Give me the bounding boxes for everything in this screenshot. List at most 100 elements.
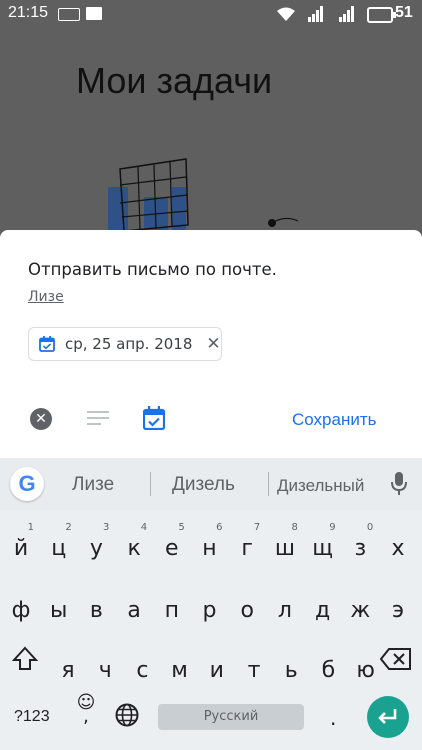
- microphone-icon[interactable]: [391, 472, 407, 496]
- key-char: ь: [284, 658, 298, 683]
- key-з[interactable]: з0: [341, 520, 379, 570]
- key-ц[interactable]: ц2: [40, 520, 78, 570]
- key-char: ж: [350, 598, 371, 623]
- key-char: ю: [356, 658, 375, 683]
- key-char: б: [321, 658, 336, 683]
- key-б[interactable]: б: [309, 642, 347, 692]
- key-number-hint: 4: [140, 522, 148, 533]
- wifi-icon: [277, 7, 295, 21]
- key-а[interactable]: а: [115, 582, 153, 632]
- key-р[interactable]: р: [191, 582, 229, 632]
- key-л[interactable]: л: [266, 582, 304, 632]
- key-г[interactable]: г7: [228, 520, 266, 570]
- google-icon[interactable]: G: [10, 467, 44, 501]
- key-char: и: [209, 658, 224, 683]
- key-char: г: [241, 536, 253, 561]
- key-м[interactable]: м: [161, 642, 199, 692]
- key-э[interactable]: э: [379, 582, 417, 632]
- status-bar: 21:15 51: [0, 0, 422, 28]
- signal-4g-icon: [308, 6, 323, 22]
- due-date-chip[interactable]: ср, 25 апр. 2018 ✕: [28, 327, 222, 361]
- period-key[interactable]: .: [330, 706, 336, 730]
- space-key[interactable]: Русский: [158, 704, 304, 730]
- key-ш[interactable]: ш8: [266, 520, 304, 570]
- key-number-hint: 9: [329, 522, 336, 533]
- key-е[interactable]: е5: [153, 520, 191, 570]
- key-char: р: [202, 598, 217, 623]
- suggestion-2[interactable]: Дизель: [172, 474, 235, 496]
- key-char: о: [240, 598, 254, 623]
- enter-key[interactable]: [367, 696, 409, 738]
- key-п[interactable]: п: [153, 582, 191, 632]
- key-number-hint: 8: [291, 522, 298, 533]
- backspace-icon[interactable]: [380, 648, 412, 670]
- clear-date-icon[interactable]: ✕: [206, 334, 220, 354]
- key-char: ы: [50, 598, 68, 623]
- key-о[interactable]: о: [228, 582, 266, 632]
- status-time: 21:15: [8, 4, 49, 21]
- key-х[interactable]: х: [379, 520, 417, 570]
- key-char: т: [247, 658, 261, 683]
- key-char: в: [89, 598, 103, 623]
- key-с[interactable]: с: [123, 642, 161, 692]
- key-number-hint: 5: [178, 522, 185, 533]
- key-char: ш: [274, 536, 295, 561]
- key-char: з: [354, 536, 367, 561]
- key-й[interactable]: й1: [2, 520, 40, 570]
- key-char: е: [165, 536, 179, 561]
- key-char: э: [391, 598, 405, 623]
- key-и[interactable]: и: [198, 642, 236, 692]
- save-button[interactable]: Сохранить: [292, 410, 376, 430]
- key-т[interactable]: т: [235, 642, 273, 692]
- tasks-illustration: [108, 158, 299, 235]
- key-ю[interactable]: ю: [347, 642, 385, 692]
- calendar-icon: [39, 336, 55, 352]
- key-в[interactable]: в: [77, 582, 115, 632]
- key-char: а: [127, 598, 141, 623]
- set-date-icon[interactable]: [143, 406, 165, 430]
- key-number-hint: 0: [366, 522, 374, 533]
- key-char: л: [277, 598, 292, 623]
- discard-button[interactable]: ✕: [30, 408, 52, 430]
- key-ж[interactable]: ж: [341, 582, 379, 632]
- suggestion-1[interactable]: Лизе: [72, 474, 114, 496]
- suggestion-divider: [268, 472, 269, 496]
- globe-icon[interactable]: [115, 703, 139, 727]
- key-number-hint: 7: [253, 522, 261, 533]
- task-title-input[interactable]: Отправить письмо по почте.: [28, 260, 277, 279]
- key-д[interactable]: д: [304, 582, 342, 632]
- key-number-hint: 3: [103, 522, 110, 533]
- key-char: я: [61, 658, 75, 683]
- key-char: к: [127, 536, 141, 561]
- comma-emoji-key[interactable]: ☺ ,: [74, 694, 98, 726]
- task-list-link[interactable]: Лизе: [28, 289, 64, 305]
- mail-notification-icon: [86, 7, 102, 20]
- key-char: с: [136, 658, 149, 683]
- add-details-icon[interactable]: [87, 411, 109, 425]
- key-char: н: [202, 536, 217, 561]
- key-char: х: [391, 536, 405, 561]
- key-к[interactable]: к4: [115, 520, 153, 570]
- key-char: ф: [11, 598, 31, 623]
- key-щ[interactable]: щ9: [304, 520, 342, 570]
- key-ф[interactable]: ф: [2, 582, 40, 632]
- key-char: д: [314, 598, 331, 623]
- key-char: п: [164, 598, 179, 623]
- key-ь[interactable]: ь: [272, 642, 310, 692]
- suggestion-3[interactable]: Дизельный: [277, 476, 364, 496]
- symbols-key[interactable]: ?123: [14, 708, 50, 726]
- soft-keyboard: G Лизе Дизель Дизельный й1ц2у3к4е5н6г7ш8…: [0, 458, 422, 750]
- key-char: й: [13, 536, 29, 561]
- key-char: м: [171, 658, 188, 683]
- key-ы[interactable]: ы: [40, 582, 78, 632]
- signal-3g-icon: [339, 6, 354, 22]
- key-н[interactable]: н6: [191, 520, 229, 570]
- key-ч[interactable]: ч: [86, 642, 124, 692]
- key-number-hint: 6: [216, 522, 223, 533]
- page-title: Мои задачи: [76, 60, 273, 101]
- suggestion-strip: G Лизе Дизель Дизельный: [0, 458, 422, 510]
- shift-icon[interactable]: [12, 646, 38, 672]
- battery-level: 51: [395, 4, 413, 21]
- key-я[interactable]: я: [49, 642, 87, 692]
- key-у[interactable]: у3: [77, 520, 115, 570]
